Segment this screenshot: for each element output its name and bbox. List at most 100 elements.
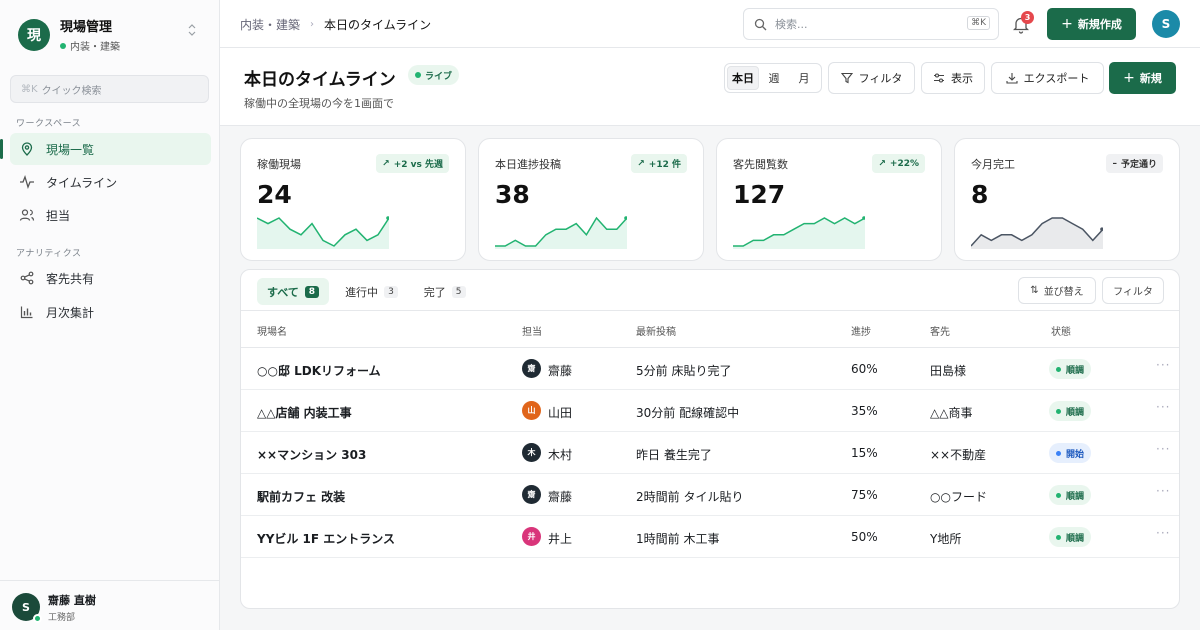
view-label: 表示: [951, 72, 973, 85]
sidebar-item-sites[interactable]: 現場一覧: [0, 133, 211, 165]
table-filter-button[interactable]: フィルタ: [1102, 277, 1164, 304]
more-options-icon[interactable]: ···: [1156, 358, 1170, 372]
owner-avatar: 山: [522, 401, 541, 420]
col-progress[interactable]: 進捗: [851, 323, 871, 338]
site-name[interactable]: YYビル 1F エントランス: [257, 530, 395, 547]
period-today[interactable]: 本日: [727, 66, 759, 90]
status-badge: 順調: [1049, 485, 1092, 505]
breadcrumb-item[interactable]: 内装・建築: [240, 16, 300, 33]
progress-value: 35%: [851, 404, 878, 418]
sidebar-item-label: タイムライン: [46, 175, 118, 190]
sparkline-area: [971, 218, 1103, 249]
col-site[interactable]: 現場名: [257, 323, 287, 338]
search-placeholder: 検索...: [775, 18, 808, 31]
table-row[interactable]: ○○邸 LDKリフォーム 齋齋藤 5分前 床貼り完了 60% 田島様 順調 ···: [241, 348, 1179, 390]
progress-value: 60%: [851, 362, 878, 376]
owner-avatar: 井: [522, 527, 541, 546]
col-status[interactable]: 状態: [1051, 323, 1071, 338]
kpi-card-active-sites[interactable]: 稼働現場 ↗ +2 vs 先週 24: [240, 138, 466, 261]
status-dot: [1056, 408, 1061, 414]
topbar: 内装・建築 › 本日のタイムライン 検索... ⌘K 3 + 新規作成 S: [220, 0, 1200, 48]
sites-table-card: すべて 8 進行中 3 完了 5 ⇅ 並び替え フィルタ 現場名 担当 最新投稿 進捗 …: [240, 269, 1180, 609]
latest-post: 5分前 床貼り完了: [636, 364, 732, 378]
sidebar-item-timeline[interactable]: タイムライン: [10, 166, 211, 198]
site-name[interactable]: ××マンション 303: [257, 446, 366, 463]
period-week[interactable]: 週: [759, 66, 789, 90]
bell-icon: [1012, 17, 1030, 37]
more-options-icon[interactable]: ···: [1156, 400, 1170, 414]
quick-search[interactable]: ⌘K クイック検索: [10, 75, 209, 103]
search-input[interactable]: 検索... ⌘K: [743, 8, 999, 40]
kpi-card-client-views[interactable]: 客先閲覧数 ↗ +22% 127: [716, 138, 942, 261]
activity-icon: [18, 175, 36, 189]
create-new-label: 新規作成: [1077, 18, 1122, 31]
owner-avatar: 齋: [522, 485, 541, 504]
period-month[interactable]: 月: [789, 66, 819, 90]
status-tabs: すべて 8 進行中 3 完了 5: [257, 278, 482, 305]
table-row[interactable]: 駅前カフェ 改装 齋齋藤 2時間前 タイル貼り 75% ○○フード 順調 ···: [241, 474, 1179, 516]
quick-search-placeholder: クイック検索: [41, 85, 102, 97]
tab-in-progress[interactable]: 進行中 3: [335, 278, 408, 305]
sidebar-item-label: 担当: [46, 208, 71, 223]
owner-avatar: 木: [522, 443, 541, 462]
new-button[interactable]: + 新規: [1109, 62, 1176, 94]
latest-post: 昨日 養生完了: [636, 448, 712, 462]
notifications-button[interactable]: 3: [1012, 11, 1035, 37]
sliders-icon: [933, 72, 945, 84]
user-panel[interactable]: S 齋藤 直樹 工務部: [0, 580, 219, 630]
col-owner[interactable]: 担当: [522, 323, 542, 338]
kpi-card-completed[interactable]: 今月完工 – 予定通り 8: [954, 138, 1180, 261]
more-options-icon[interactable]: ···: [1156, 442, 1170, 456]
site-name[interactable]: 駅前カフェ 改装: [257, 488, 345, 505]
plus-icon: +: [1061, 16, 1073, 32]
export-button[interactable]: エクスポート: [991, 62, 1104, 94]
sidebar-item-monthly[interactable]: 月次集計: [10, 296, 211, 328]
filter-button[interactable]: フィルタ: [828, 62, 915, 94]
section-label-analytics: アナリティクス: [16, 249, 82, 259]
latest-post: 2時間前 タイル貼り: [636, 490, 744, 504]
bar-chart-icon: [18, 305, 36, 319]
more-options-icon[interactable]: ···: [1156, 526, 1170, 540]
latest-post: 1時間前 木工事: [636, 532, 720, 546]
sort-button[interactable]: ⇅ 並び替え: [1018, 277, 1096, 304]
sparkline-chart: [971, 217, 1103, 249]
view-button[interactable]: 表示: [921, 62, 985, 94]
chevron-up-down-icon[interactable]: [188, 24, 196, 37]
create-new-button[interactable]: + 新規作成: [1047, 8, 1136, 40]
filter-icon: [840, 72, 853, 84]
sparkline-chart: [495, 216, 627, 249]
site-name[interactable]: △△店舗 内装工事: [257, 404, 352, 421]
tab-count: 5: [451, 285, 466, 298]
sidebar-item-client-share[interactable]: 客先共有: [10, 262, 211, 294]
table-row[interactable]: YYビル 1F エントランス 井井上 1時間前 木工事 50% Y地所 順調 ···: [241, 516, 1179, 558]
workspace-switcher[interactable]: 現 現場管理 内装・建築: [18, 16, 120, 53]
owner-avatar: 齋: [522, 359, 541, 378]
kpi-label: 今月完工: [971, 158, 1015, 171]
section-label-workspace: ワークスペース: [16, 119, 82, 129]
user-avatar[interactable]: S: [1152, 10, 1180, 38]
plus-icon: +: [1123, 70, 1135, 86]
status-dot: [1056, 534, 1061, 540]
tab-all[interactable]: すべて 8: [257, 278, 330, 305]
new-label: 新規: [1139, 72, 1162, 85]
online-indicator: [33, 614, 42, 623]
table-row[interactable]: △△店舗 内装工事 山山田 30分前 配線確認中 35% △△商事 順調 ···: [241, 390, 1179, 432]
user-role: 工務部: [48, 613, 76, 623]
arrow-up-right-icon: ↗: [382, 158, 390, 169]
tab-completed[interactable]: 完了 5: [414, 278, 476, 305]
sparkline-end-point: [386, 216, 389, 220]
kpi-value: 24: [257, 180, 292, 209]
kpi-card-posts[interactable]: 本日進捗投稿 ↗ +12 件 38: [478, 138, 704, 261]
col-client[interactable]: 客先: [930, 323, 950, 338]
col-latest-post[interactable]: 最新投稿: [636, 323, 676, 338]
live-badge: ライブ: [408, 65, 460, 85]
sparkline-end-point: [1100, 227, 1103, 231]
more-options-icon[interactable]: ···: [1156, 484, 1170, 498]
owner-name: 山田: [548, 406, 573, 420]
table-row[interactable]: ××マンション 303 木木村 昨日 養生完了 15% ××不動産 開始 ···: [241, 432, 1179, 474]
site-name[interactable]: ○○邸 LDKリフォーム: [257, 362, 381, 379]
sidebar-item-owners[interactable]: 担当: [10, 199, 211, 231]
user-name: 齋藤 直樹: [48, 594, 96, 607]
kpi-value: 8: [971, 180, 989, 209]
owner-name: 木村: [548, 448, 573, 462]
